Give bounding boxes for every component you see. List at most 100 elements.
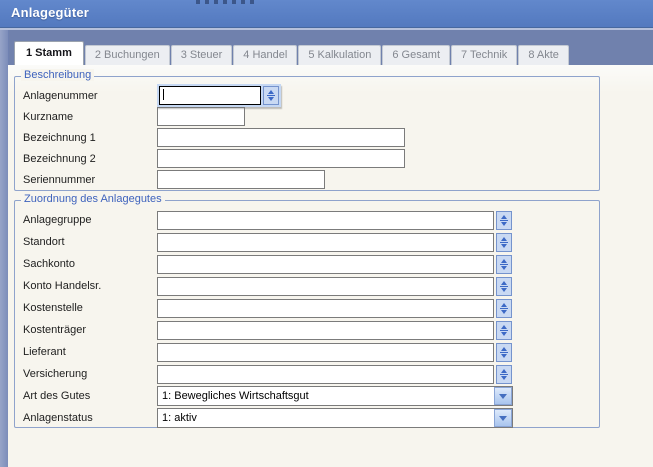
spinner-up-icon [501,303,507,307]
lieferant-label: Lieferant [23,346,157,358]
seriennummer-label: Seriennummer [23,174,157,186]
dropdown-arrow-icon [499,394,507,399]
spinner-down-icon [501,222,507,226]
bezeichnung2-label: Bezeichnung 2 [23,153,157,165]
spinner-down-icon [501,310,507,314]
bezeichnung1-label: Bezeichnung 1 [23,132,157,144]
field-row-anlagenstatus: Anlagenstatus 1: aktiv [23,407,599,429]
standort-spinner[interactable] [496,233,512,252]
spinner-divider [500,242,508,243]
spinner-up-icon [501,215,507,219]
art-des-gutes-value: 1: Bewegliches Wirtschaftsgut [158,387,494,405]
versicherung-label: Versicherung [23,368,157,380]
tab-akte[interactable]: 8 Akte [518,45,569,65]
anlagenstatus-select[interactable]: 1: aktiv [157,408,513,428]
group-zuordnung-title: Zuordnung des Anlagegutes [21,193,165,205]
bezeichnung2-input[interactable] [157,149,405,168]
field-row-art-des-gutes: Art des Gutes 1: Bewegliches Wirtschafts… [23,385,599,407]
kostentraeger-label: Kostenträger [23,324,157,336]
anlagegruppe-spinner[interactable] [496,211,512,230]
spinner-down-icon [501,354,507,358]
seriennummer-input[interactable] [157,170,325,189]
spinner-down-icon [268,97,274,101]
field-row-anlagenummer: Anlagenummer [23,85,599,106]
sachkonto-input[interactable] [157,255,494,274]
kostenstelle-spinner[interactable] [496,299,512,318]
spinner-divider [500,352,508,353]
art-des-gutes-label: Art des Gutes [23,390,157,402]
field-row-bezeichnung2: Bezeichnung 2 [23,148,599,169]
kurzname-label: Kurzname [23,111,157,123]
standort-label: Standort [23,236,157,248]
tab-buchungen[interactable]: 2 Buchungen [85,45,170,65]
anlagenstatus-label: Anlagenstatus [23,412,157,424]
spinner-divider [500,308,508,309]
bezeichnung1-input[interactable] [157,128,405,147]
field-row-versicherung: Versicherung [23,363,599,385]
kostenstelle-input[interactable] [157,299,494,318]
tab-handel[interactable]: 4 Handel [233,45,297,65]
anlagegruppe-input[interactable] [157,211,494,230]
dropdown-arrow-icon [499,416,507,421]
field-row-seriennummer: Seriennummer [23,169,599,190]
spinner-divider [500,264,508,265]
window-title: Anlagegüter [11,5,89,20]
konto-handelsr-input[interactable] [157,277,494,296]
spinner-down-icon [501,376,507,380]
anlagenstatus-dropdown-button[interactable] [494,409,512,427]
spinner-down-icon [501,288,507,292]
group-beschreibung-title: Beschreibung [21,69,94,81]
lieferant-input[interactable] [157,343,494,362]
kostentraeger-spinner[interactable] [496,321,512,340]
spinner-down-icon [501,332,507,336]
tab-content-stamm: Beschreibung Anlagenummer Kurzname [8,65,653,467]
spinner-down-icon [501,266,507,270]
sachkonto-spinner[interactable] [496,255,512,274]
tab-bar: 1 Stamm 2 Buchungen 3 Steuer 4 Handel 5 … [8,30,653,66]
standort-input[interactable] [157,233,494,252]
spinner-up-icon [501,259,507,263]
anlagenummer-spinner[interactable] [263,86,279,105]
field-row-standort: Standort [23,231,599,253]
anlagegueter-window: Anlagegüter 1 Stamm 2 Buchungen 3 Steuer… [0,0,653,467]
anlagenummer-input[interactable] [159,86,261,105]
spinner-divider [267,95,275,96]
screenshot-artifact [196,0,254,4]
art-des-gutes-dropdown-button[interactable] [494,387,512,405]
anlagegruppe-label: Anlagegruppe [23,214,157,226]
tab-technik[interactable]: 7 Technik [451,45,517,65]
tab-kalkulation[interactable]: 5 Kalkulation [298,45,381,65]
spinner-up-icon [501,347,507,351]
art-des-gutes-select[interactable]: 1: Bewegliches Wirtschaftsgut [157,386,513,406]
spinner-divider [500,330,508,331]
field-row-kostentraeger: Kostenträger [23,319,599,341]
field-row-bezeichnung1: Bezeichnung 1 [23,127,599,148]
konto-handelsr-spinner[interactable] [496,277,512,296]
spinner-divider [500,374,508,375]
tab-list: 1 Stamm 2 Buchungen 3 Steuer 4 Handel 5 … [14,41,570,65]
kurzname-input[interactable] [157,107,245,126]
tab-stamm[interactable]: 1 Stamm [14,41,84,65]
field-row-kostenstelle: Kostenstelle [23,297,599,319]
tab-gesamt[interactable]: 6 Gesamt [382,45,450,65]
spinner-up-icon [501,237,507,241]
spinner-up-icon [501,281,507,285]
group-beschreibung: Beschreibung Anlagenummer Kurzname [14,76,600,191]
spinner-down-icon [501,244,507,248]
tab-steuer[interactable]: 3 Steuer [171,45,233,65]
field-row-anlagegruppe: Anlagegruppe [23,209,599,231]
field-row-lieferant: Lieferant [23,341,599,363]
window-titlebar: Anlagegüter [0,0,653,28]
text-caret [163,89,164,100]
versicherung-spinner[interactable] [496,365,512,384]
field-row-kurzname: Kurzname [23,106,599,127]
spinner-up-icon [501,325,507,329]
anlagenstatus-value: 1: aktiv [158,409,494,427]
spinner-up-icon [268,90,274,94]
field-row-sachkonto: Sachkonto [23,253,599,275]
versicherung-input[interactable] [157,365,494,384]
kostentraeger-input[interactable] [157,321,494,340]
spinner-divider [500,220,508,221]
field-row-konto-handelsr: Konto Handelsr. [23,275,599,297]
lieferant-spinner[interactable] [496,343,512,362]
